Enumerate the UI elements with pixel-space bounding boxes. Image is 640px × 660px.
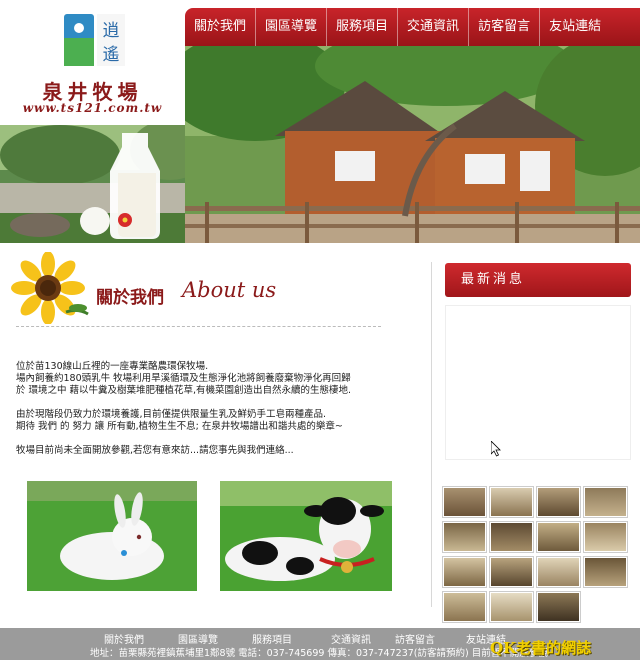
about-paragraph: 由於現階段仍致力於環境養護,目前僅提供限量生乳及鮮奶手工皂兩種產品. 期待 我們… xyxy=(16,409,343,432)
gallery-thumb[interactable] xyxy=(537,522,580,552)
nav-item-guestbook[interactable]: 訪客留言 xyxy=(469,8,541,46)
nav-item-links[interactable]: 友站連結 xyxy=(540,8,610,46)
svg-text:逍: 逍 xyxy=(103,21,120,41)
mouse-pointer-icon xyxy=(491,441,501,457)
footer-link-traffic[interactable]: 交通資訊 xyxy=(331,631,371,646)
footer-link-guestbook[interactable]: 訪客留言 xyxy=(395,631,435,646)
about-paragraph: 牧場目前尚未全面開放參觀,若您有意來訪...請您事先與我們連絡... xyxy=(16,445,294,456)
gallery-thumb[interactable] xyxy=(537,557,580,587)
gallery-thumb[interactable] xyxy=(490,592,533,622)
gallery-thumb[interactable] xyxy=(490,487,533,517)
nav-item-tour[interactable]: 園區導覽 xyxy=(256,8,328,46)
gallery-thumb[interactable] xyxy=(490,522,533,552)
svg-text:遙: 遙 xyxy=(103,45,120,65)
column-divider xyxy=(431,262,432,607)
about-title-en: About us xyxy=(182,278,277,302)
gallery-thumb[interactable] xyxy=(443,487,486,517)
gallery-thumb[interactable] xyxy=(443,522,486,552)
rabbit-photo xyxy=(27,481,197,591)
main-nav: 關於我們 園區導覽 服務項目 交通資訊 訪客留言 友站連結 xyxy=(185,8,640,46)
news-panel xyxy=(445,305,631,460)
about-title: 關於我們 xyxy=(96,288,164,308)
nav-item-traffic[interactable]: 交通資訊 xyxy=(398,8,470,46)
watermark: QK老書的網誌 xyxy=(490,639,592,657)
photo-gallery xyxy=(443,487,633,622)
gallery-thumb[interactable] xyxy=(584,592,627,622)
about-divider xyxy=(16,326,381,327)
gallery-thumb[interactable] xyxy=(537,592,580,622)
nav-item-services[interactable]: 服務項目 xyxy=(327,8,399,46)
milk-bottle-photo xyxy=(0,125,185,243)
gallery-thumb[interactable] xyxy=(443,592,486,622)
nav-item-about[interactable]: 關於我們 xyxy=(185,8,257,46)
sunflower-icon xyxy=(11,252,89,324)
gallery-thumb[interactable] xyxy=(584,522,627,552)
gallery-thumb[interactable] xyxy=(537,487,580,517)
logo-mark-icon: 逍 遙 xyxy=(64,14,125,66)
footer-link-services[interactable]: 服務項目 xyxy=(252,631,292,646)
footer-link-tour[interactable]: 園區導覽 xyxy=(178,631,218,646)
calf-photo xyxy=(220,481,392,591)
gallery-thumb[interactable] xyxy=(584,487,627,517)
gallery-thumb[interactable] xyxy=(584,557,627,587)
gallery-thumb[interactable] xyxy=(443,557,486,587)
about-text: 位於苗130線山丘裡的一座專業酪農環保牧場. 場內飼養約180頭乳牛 牧場利用旱… xyxy=(16,361,416,469)
about-paragraph: 位於苗130線山丘裡的一座專業酪農環保牧場. 場內飼養約180頭乳牛 牧場利用旱… xyxy=(16,361,352,396)
site-url: www.ts121.com.tw xyxy=(22,101,163,115)
logo[interactable]: 逍 遙 泉井牧場 www.ts121.com.tw xyxy=(0,0,185,125)
footer-link-about[interactable]: 關於我們 xyxy=(104,631,144,646)
farm-house-photo xyxy=(185,46,640,243)
news-header: 最新消息 xyxy=(445,263,631,297)
gallery-thumb[interactable] xyxy=(490,557,533,587)
